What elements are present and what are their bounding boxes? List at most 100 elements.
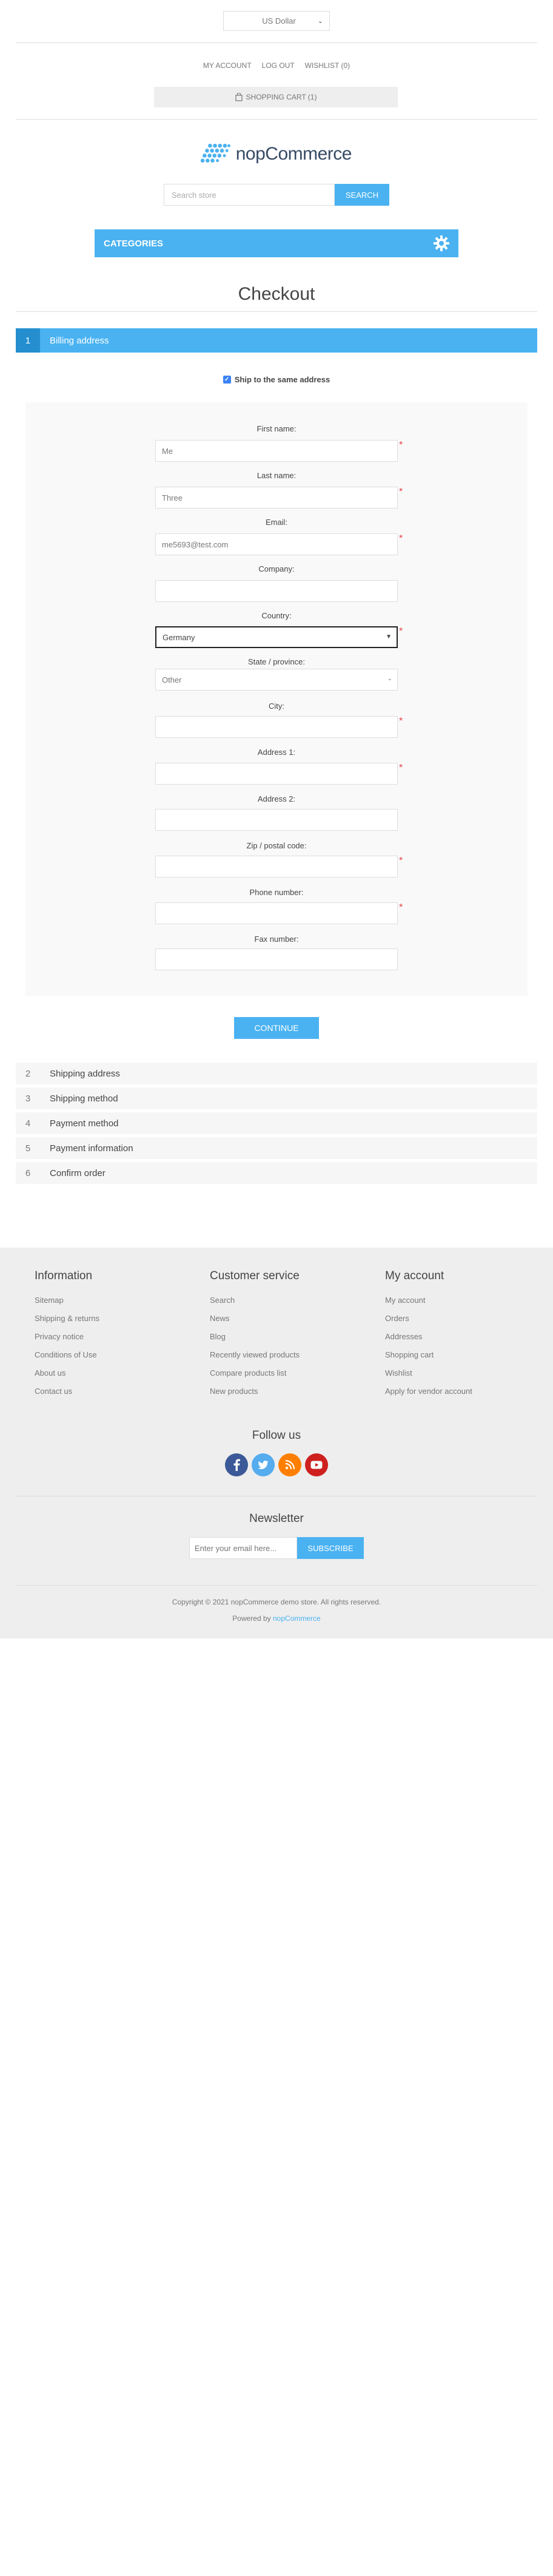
ship-same-label: Ship to the same address: [234, 375, 330, 384]
store-logo[interactable]: nopCommerce: [200, 140, 352, 168]
city-label: City:: [269, 701, 284, 711]
required-marker: *: [399, 856, 403, 866]
last-name-label: Last name:: [256, 471, 297, 480]
address2-label: Address 2:: [257, 794, 296, 803]
fax-input[interactable]: [155, 948, 398, 970]
ship-same-option[interactable]: ✓ Ship to the same address: [0, 375, 553, 384]
chevron-down-icon: ⌄: [317, 18, 323, 25]
nopcommerce-link[interactable]: nopCommerce: [273, 1614, 321, 1623]
categories-menu[interactable]: Categories: [95, 229, 458, 257]
footer-link[interactable]: Blog: [210, 1331, 355, 1350]
ship-same-checkbox[interactable]: ✓: [223, 376, 231, 384]
footer-link[interactable]: Conditions of Use: [35, 1350, 180, 1368]
categories-label: Categories: [104, 238, 164, 249]
step-number: 2: [25, 1068, 31, 1079]
footer-link[interactable]: Orders: [385, 1313, 531, 1331]
address1-label: Address 1:: [257, 748, 296, 757]
youtube-icon[interactable]: [305, 1453, 328, 1476]
step-billing-address[interactable]: 1 Billing address: [16, 328, 537, 353]
newsletter-email-input[interactable]: Enter your email here...: [189, 1537, 297, 1559]
zip-label: Zip / postal code:: [246, 841, 307, 850]
zip-input[interactable]: [155, 856, 398, 877]
country-label: Country:: [261, 611, 292, 620]
my-account-link[interactable]: My account: [203, 61, 252, 70]
wishlist-link[interactable]: Wishlist (0): [305, 61, 350, 70]
footer-link[interactable]: Shipping & returns: [35, 1313, 180, 1331]
country-value: Germany: [163, 632, 195, 642]
gear-icon[interactable]: [433, 235, 450, 252]
footer-link[interactable]: Search: [210, 1295, 355, 1313]
footer-divider: [16, 1585, 537, 1586]
step-confirm-order[interactable]: 6 Confirm order: [16, 1162, 537, 1184]
footer-link[interactable]: Apply for vendor account: [385, 1386, 531, 1404]
required-marker: *: [399, 716, 403, 726]
cart-label: Shopping cart (1): [246, 93, 317, 101]
phone-label: Phone number:: [249, 888, 304, 897]
state-select[interactable]: Other ⌄: [155, 669, 398, 691]
footer-column-title: My account: [385, 1269, 444, 1282]
required-marker: *: [399, 763, 403, 773]
twitter-icon[interactable]: [252, 1453, 275, 1476]
step-payment-method[interactable]: 4 Payment method: [16, 1112, 537, 1134]
email-input[interactable]: me5693@test.com: [155, 533, 398, 555]
address2-input[interactable]: [155, 809, 398, 831]
footer-link[interactable]: Addresses: [385, 1331, 531, 1350]
step-number: 3: [25, 1093, 31, 1104]
footer-link[interactable]: My account: [385, 1295, 531, 1313]
step-number: 4: [25, 1118, 31, 1129]
step-shipping-address[interactable]: 2 Shipping address: [16, 1063, 537, 1084]
rss-icon[interactable]: [278, 1453, 301, 1476]
currency-selector[interactable]: US Dollar ⌄: [223, 11, 330, 31]
step-label: Confirm order: [50, 1168, 106, 1178]
header-divider: [16, 42, 537, 43]
shopping-cart-link[interactable]: Shopping cart (1): [154, 87, 398, 107]
footer-link[interactable]: News: [210, 1313, 355, 1331]
search-button[interactable]: Search: [335, 184, 389, 206]
company-input[interactable]: [155, 580, 398, 602]
address1-input[interactable]: [155, 763, 398, 785]
continue-button[interactable]: Continue: [234, 1017, 319, 1039]
chevron-down-icon: ⌄: [387, 675, 392, 682]
title-divider: [16, 311, 537, 312]
logo-dots-icon: [200, 143, 230, 163]
required-marker: *: [399, 902, 403, 913]
footer-column-title: Customer service: [210, 1269, 300, 1282]
first-name-input[interactable]: Me: [155, 440, 398, 462]
footer-link[interactable]: Recently viewed products: [210, 1350, 355, 1368]
footer-link[interactable]: About us: [35, 1368, 180, 1386]
logo-text: nopCommerce: [235, 144, 352, 164]
facebook-icon[interactable]: [225, 1453, 248, 1476]
email-value: me5693@test.com: [162, 539, 229, 549]
follow-us-title: Follow us: [252, 1429, 301, 1442]
country-select[interactable]: Germany ▼: [155, 626, 398, 648]
powered-by-text: Powered by: [232, 1614, 271, 1623]
footer-link[interactable]: Wishlist: [385, 1368, 531, 1386]
phone-input[interactable]: [155, 902, 398, 924]
footer-link[interactable]: Privacy notice: [35, 1331, 180, 1350]
step-shipping-method[interactable]: 3 Shipping method: [16, 1087, 537, 1109]
footer-column-title: Information: [35, 1269, 93, 1282]
footer-link[interactable]: Contact us: [35, 1386, 180, 1404]
footer-link[interactable]: New products: [210, 1386, 355, 1404]
search-input[interactable]: Search store: [164, 184, 335, 206]
footer-customer-service: Customer service Search News Blog Recent…: [210, 1269, 355, 1404]
last-name-input[interactable]: Three: [155, 487, 398, 509]
step-label: Payment method: [50, 1118, 119, 1129]
subscribe-button[interactable]: Subscribe: [297, 1537, 364, 1559]
logout-link[interactable]: Log out: [262, 61, 295, 70]
state-value: Other: [162, 675, 182, 685]
state-label: State / province:: [248, 657, 305, 666]
required-marker: *: [399, 440, 403, 450]
footer-link[interactable]: Shopping cart: [385, 1350, 531, 1368]
first-name-value: Me: [162, 446, 173, 456]
company-label: Company:: [258, 564, 295, 573]
step-payment-information[interactable]: 5 Payment information: [16, 1137, 537, 1159]
footer-my-account: My account My account Orders Addresses S…: [385, 1269, 531, 1404]
city-input[interactable]: [155, 716, 398, 738]
last-name-value: Three: [162, 493, 183, 502]
footer-link[interactable]: Compare products list: [210, 1368, 355, 1386]
first-name-label: First name:: [256, 424, 297, 433]
step-number: 1: [16, 328, 40, 353]
footer-link[interactable]: Sitemap: [35, 1295, 180, 1313]
newsletter-placeholder: Enter your email here...: [195, 1543, 277, 1553]
